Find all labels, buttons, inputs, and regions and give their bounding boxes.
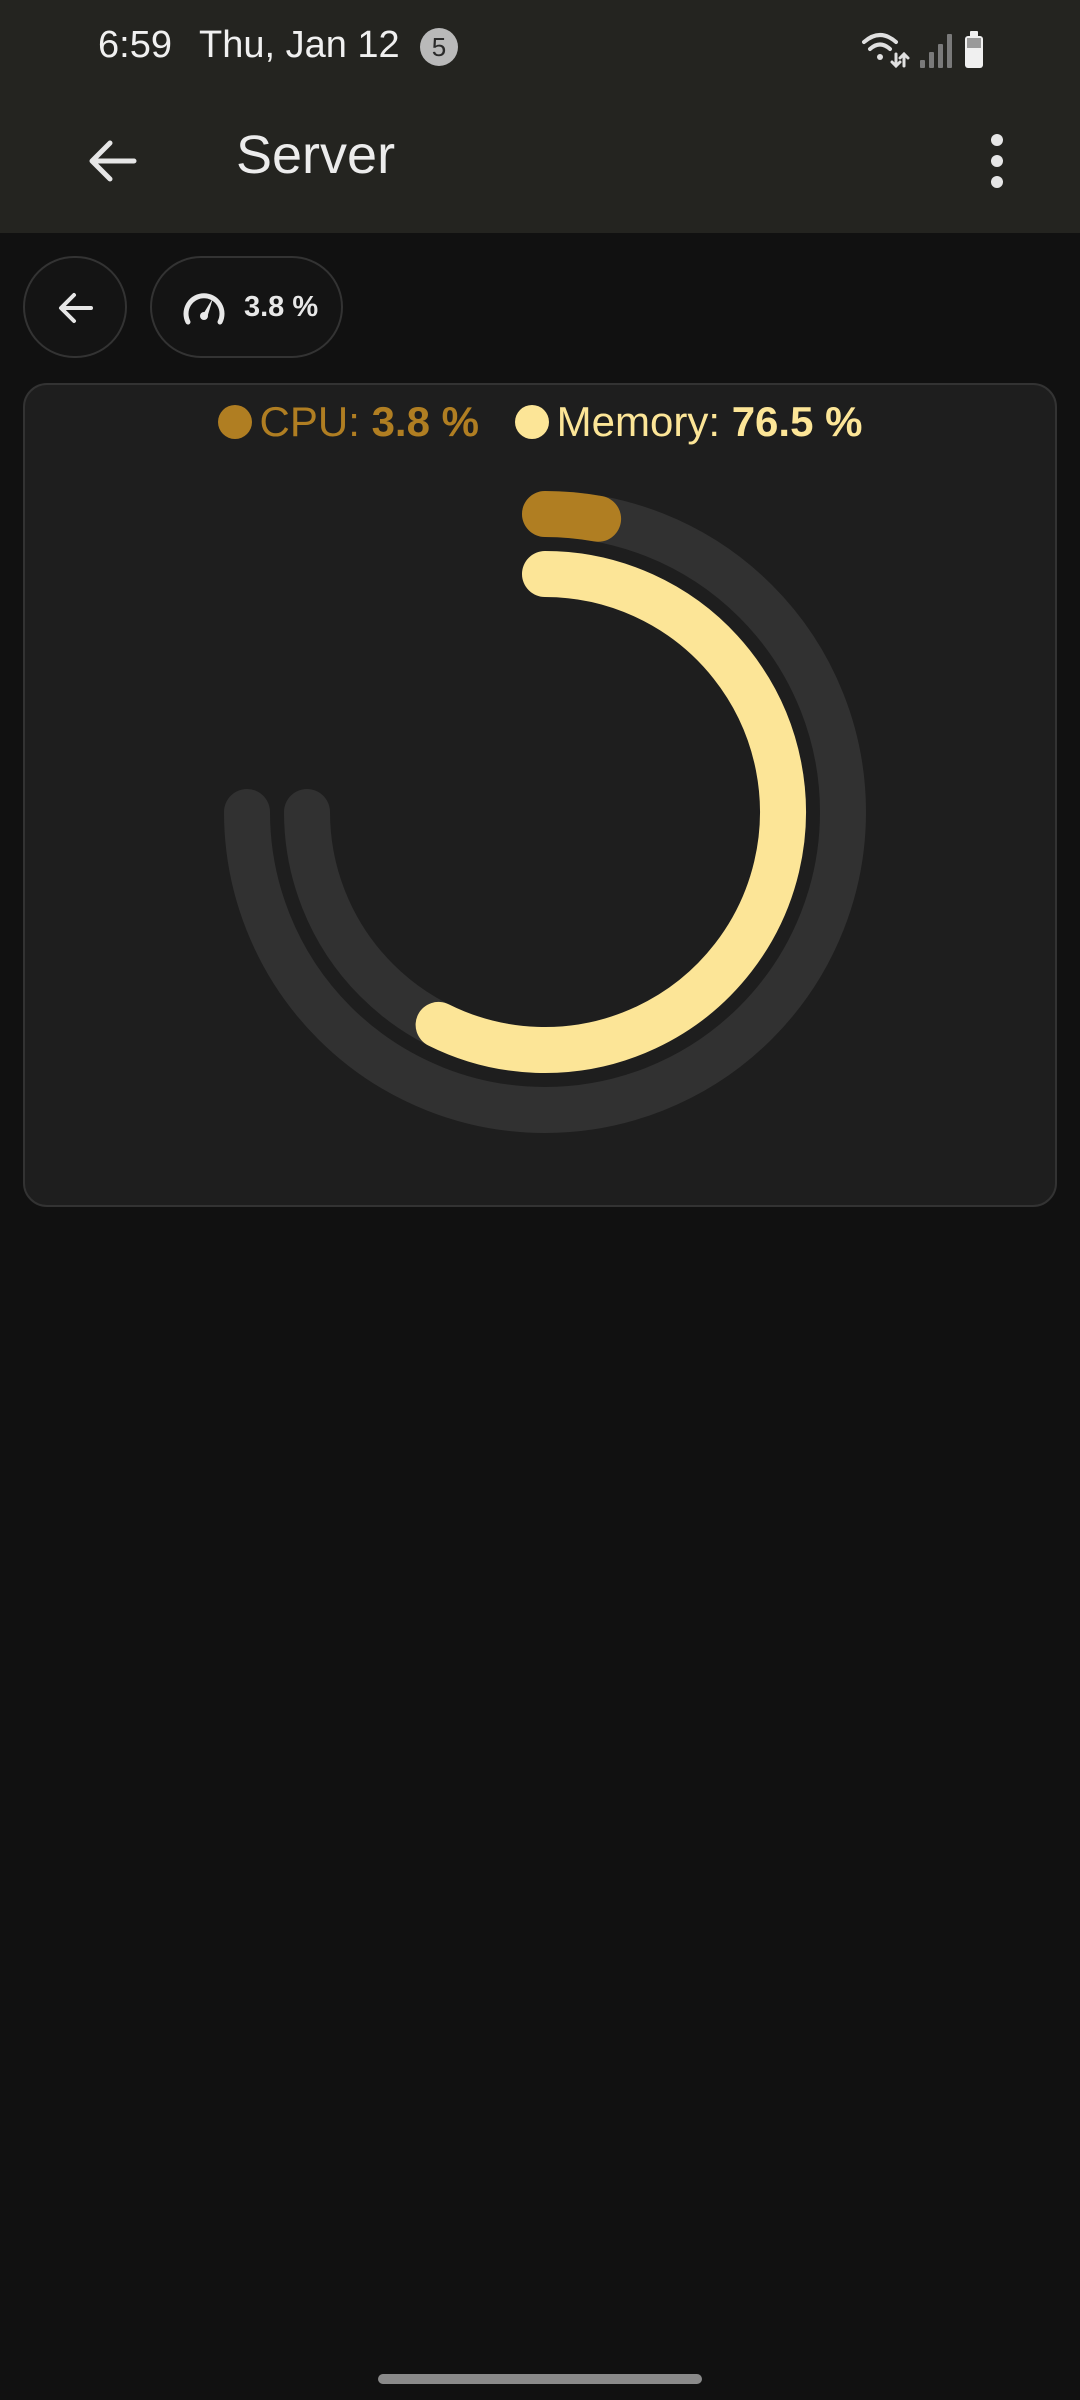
chip-back-button[interactable]: [23, 256, 127, 358]
cpu-usage-chip[interactable]: 3.8 %: [150, 256, 343, 358]
memory-gauge-arc: [415, 551, 806, 1073]
cpu-gauge-track: [224, 491, 866, 1133]
back-arrow-icon: [89, 140, 137, 182]
wifi-icon: [862, 33, 910, 69]
status-date: Thu, Jan 12: [199, 24, 400, 66]
battery-icon: [965, 31, 983, 68]
status-bar: 6:59 Thu, Jan 12 5: [0, 0, 1080, 98]
notification-count-badge: 5: [420, 28, 458, 66]
status-time: 6:59: [98, 24, 172, 66]
radial-gauge: [224, 491, 866, 1133]
resource-usage-card: CPU: 3.8 % Memory: 76.5 %: [23, 383, 1057, 1207]
speedometer-icon: [183, 293, 225, 325]
page-title: Server: [236, 125, 396, 185]
signal-icon: [920, 34, 952, 68]
cpu-gauge-arc: [522, 491, 622, 542]
overflow-menu-icon: [991, 134, 1003, 188]
overflow-menu-button[interactable]: [962, 126, 1032, 196]
cpu-usage-chip-label: 3.8 %: [244, 291, 319, 323]
back-arrow-icon: [59, 293, 93, 323]
app-bar: Server: [0, 98, 1080, 233]
home-indicator: [378, 2374, 702, 2384]
back-button[interactable]: [80, 128, 146, 194]
status-icons: [860, 26, 990, 72]
